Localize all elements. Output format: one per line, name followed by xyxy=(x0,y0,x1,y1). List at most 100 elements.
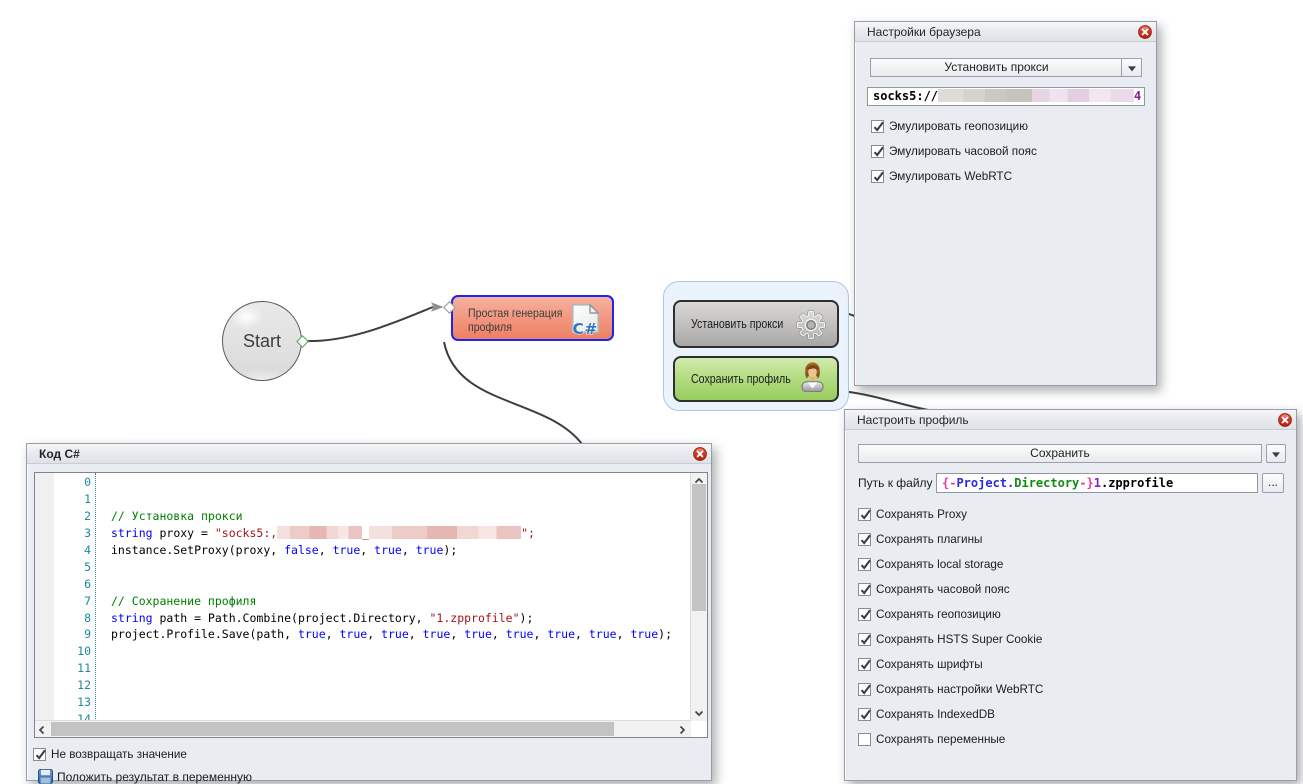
checkbox-label: Сохранять переменные xyxy=(876,733,1005,746)
line-number: 2 xyxy=(54,508,91,525)
checked-checkbox-icon[interactable] xyxy=(871,145,884,158)
checkbox-сохранять-hsts-super-cookie[interactable]: Сохранять HSTS Super Cookie xyxy=(858,632,1042,646)
close-icon[interactable] xyxy=(1138,25,1152,39)
checkbox-label: Сохранять геопозицию xyxy=(876,608,1001,621)
chevron-down-icon xyxy=(1272,452,1280,457)
code-line: string proxy = "socks5:,_"; xyxy=(111,525,690,542)
checkbox-сохранять-indexeddb[interactable]: Сохранять IndexedDB xyxy=(858,707,995,721)
close-icon[interactable] xyxy=(693,447,707,461)
profile-path-input[interactable]: {-Project.Directory-}1.zpprofile xyxy=(936,473,1258,493)
checkbox-label: Эмулировать часовой пояс xyxy=(889,145,1037,158)
connector-csharp-to-codepanel xyxy=(444,342,582,444)
line-number: 13 xyxy=(54,694,91,711)
line-number-separator xyxy=(95,473,96,721)
line-number: 12 xyxy=(54,677,91,694)
vertical-scrollbar[interactable] xyxy=(690,473,707,721)
checkbox-сохранять-шрифты[interactable]: Сохранять шрифты xyxy=(858,657,983,671)
code-line xyxy=(111,491,690,508)
checkbox-label: Сохранять local storage xyxy=(876,558,1003,571)
set-proxy-action-label: Установить прокси xyxy=(871,59,1122,76)
set-proxy-node[interactable]: Установить прокси xyxy=(673,300,839,348)
checkbox-сохранять-геопозицию[interactable]: Сохранять геопозицию xyxy=(858,607,1001,621)
checked-checkbox-icon[interactable] xyxy=(858,508,871,521)
checked-checkbox-icon[interactable] xyxy=(858,533,871,546)
checkbox-сохранять-плагины[interactable]: Сохранять плагины xyxy=(858,532,982,546)
checkbox-эмулировать-webrtc[interactable]: Эмулировать WebRTC xyxy=(871,169,1012,183)
set-proxy-action-button[interactable]: Установить прокси xyxy=(870,58,1142,77)
browser-settings-panel: Настройки браузера Установить прокси soc… xyxy=(854,21,1157,386)
checkbox-сохранять-переменные[interactable]: Сохранять переменные xyxy=(858,732,1005,746)
variable-icon xyxy=(38,769,53,784)
checkbox-label: Сохранять IndexedDB xyxy=(876,708,995,721)
code-line: instance.SetProxy(proxy, false, true, tr… xyxy=(111,542,690,559)
checked-checkbox-icon[interactable] xyxy=(858,633,871,646)
checkbox-сохранять-local-storage[interactable]: Сохранять local storage xyxy=(858,557,1003,571)
code-line: project.Profile.Save(path, true, true, t… xyxy=(111,626,690,643)
code-editor[interactable]: 01234567891011121314 // Установка прокси… xyxy=(34,472,708,738)
scroll-down-icon[interactable] xyxy=(691,705,707,721)
checkbox-сохранять-настройки-webrtc[interactable]: Сохранять настройки WebRTC xyxy=(858,682,1043,696)
code-panel: Код C# 01234567891011121314 // Установка… xyxy=(26,443,712,781)
browse-button[interactable]: ... xyxy=(1262,473,1284,493)
checked-checkbox-icon[interactable] xyxy=(858,608,871,621)
checked-checkbox-icon[interactable] xyxy=(858,683,871,696)
checkbox-label: Сохранять шрифты xyxy=(876,658,983,671)
line-number: 6 xyxy=(54,576,91,593)
line-number: 8 xyxy=(54,610,91,627)
checked-checkbox-icon[interactable] xyxy=(858,558,871,571)
checkbox-эмулировать-геопозицию[interactable]: Эмулировать геопозицию xyxy=(871,119,1028,133)
line-number: 4 xyxy=(54,542,91,559)
checked-checkbox-icon[interactable] xyxy=(858,708,871,721)
code-line: // Установка прокси xyxy=(111,508,690,525)
checked-checkbox-icon[interactable] xyxy=(871,120,884,133)
connector-start-to-csharp xyxy=(302,307,433,341)
checkbox-label: Сохранять Proxy xyxy=(876,508,967,521)
editor-code[interactable]: // Установка проксиstring proxy = "socks… xyxy=(111,474,690,728)
node-group[interactable]: Установить прокси Сохранить профиль xyxy=(663,281,849,411)
scroll-left-icon[interactable] xyxy=(35,721,51,737)
checkbox-эмулировать-часовой-пояс[interactable]: Эмулировать часовой пояс xyxy=(871,144,1037,158)
set-proxy-node-label: Установить прокси xyxy=(691,317,783,331)
line-number: 9 xyxy=(54,626,91,643)
code-line xyxy=(111,576,690,593)
editor-gutter xyxy=(35,473,54,721)
csharp-action-node[interactable]: Простая генерация профиля C# xyxy=(451,295,614,341)
save-action-button[interactable]: Сохранить xyxy=(858,444,1262,463)
code-line xyxy=(111,559,690,576)
unchecked-checkbox-icon[interactable] xyxy=(858,733,871,746)
editor-line-numbers: 01234567891011121314 xyxy=(54,474,91,728)
line-number: 1 xyxy=(54,491,91,508)
checkbox-label: Эмулировать WebRTC xyxy=(889,170,1012,183)
line-number: 11 xyxy=(54,660,91,677)
line-number: 5 xyxy=(54,559,91,576)
checked-checkbox-icon[interactable] xyxy=(871,170,884,183)
browser-settings-title: Настройки браузера xyxy=(855,22,1156,42)
checked-checkbox-icon[interactable] xyxy=(858,583,871,596)
line-number: 0 xyxy=(54,474,91,491)
result-variable-row[interactable]: Положить результат в переменную xyxy=(38,769,252,784)
scroll-right-icon[interactable] xyxy=(675,721,691,737)
save-dropdown-button[interactable] xyxy=(1266,444,1286,463)
proxy-url-input[interactable]: socks5://4: xyxy=(867,87,1145,106)
path-label: Путь к файлу xyxy=(858,476,933,490)
configure-profile-panel: Настроить профиль Сохранить Путь к файлу… xyxy=(844,409,1297,781)
horizontal-scrollbar[interactable] xyxy=(35,720,691,737)
checkbox-сохранять-proxy[interactable]: Сохранять Proxy xyxy=(858,507,967,521)
start-node[interactable]: Start xyxy=(222,301,302,381)
vertical-scroll-thumb[interactable] xyxy=(692,484,706,611)
checkbox-label: Не возвращать значение xyxy=(51,748,187,761)
checked-checkbox-icon[interactable] xyxy=(33,748,46,761)
checkbox-label: Сохранять HSTS Super Cookie xyxy=(876,633,1042,646)
horizontal-scroll-thumb[interactable] xyxy=(51,722,614,736)
checkbox-сохранять-часовой-пояс[interactable]: Сохранять часовой пояс xyxy=(858,582,1010,596)
start-node-label: Start xyxy=(243,331,281,352)
code-line: string path = Path.Combine(project.Direc… xyxy=(111,610,690,627)
checkbox-не-возвращать-значение[interactable]: Не возвращать значение xyxy=(33,747,187,761)
checkbox-label: Сохранять настройки WebRTC xyxy=(876,683,1043,696)
chevron-down-icon[interactable] xyxy=(1121,59,1141,76)
checked-checkbox-icon[interactable] xyxy=(858,658,871,671)
save-profile-node[interactable]: Сохранить профиль xyxy=(673,356,839,402)
code-panel-title: Код C# xyxy=(27,444,711,464)
close-icon[interactable] xyxy=(1278,413,1292,427)
code-line xyxy=(111,694,690,711)
